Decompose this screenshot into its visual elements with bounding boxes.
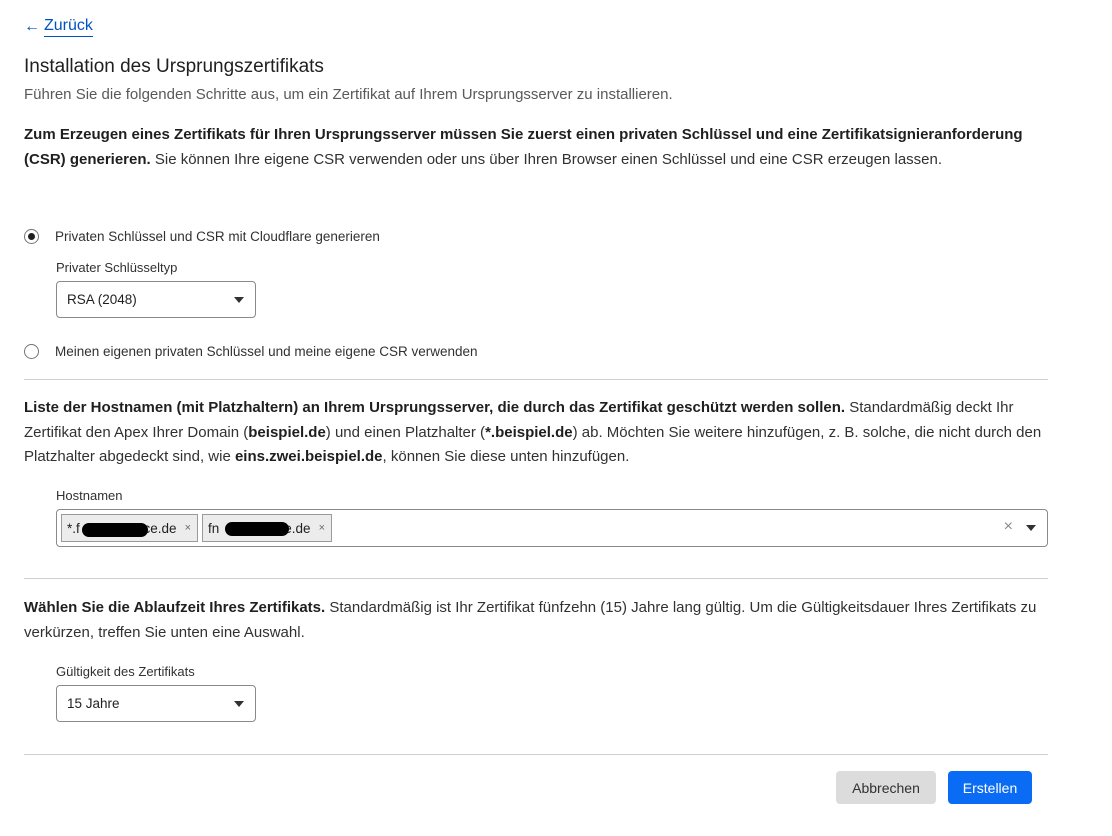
validity-select[interactable]: 15 Jahre [56,685,256,722]
radio-generate-key-label: Privaten Schlüssel und CSR mit Cloudflar… [55,229,380,244]
example-wildcard: *.beispiel.de [485,423,573,441]
hostname-chip: fn e.de × [202,514,332,542]
validity-label: Gültigkeit des Zertifikats [56,664,195,679]
caret-down-icon [234,701,244,707]
create-button[interactable]: Erstellen [948,771,1032,804]
radio-own-key[interactable]: Meinen eigenen privaten Schlüssel und me… [24,344,478,359]
hostname-chip: *.f ce.de × [61,514,198,542]
clear-icon[interactable]: × [1004,518,1013,536]
hostnames-input[interactable]: *.f ce.de × fn e.de × × [56,509,1048,547]
section-divider [24,754,1048,755]
radio-dot [28,233,35,240]
hostnames-intro-bold: Liste der Hostnamen (mit Platzhaltern) a… [24,399,846,416]
arrow-left-icon: ← [24,17,40,35]
example-subdomain: eins.zwei.beispiel.de [234,448,383,465]
radio-unchecked-icon[interactable] [24,344,39,359]
validity-value: 15 Jahre [67,696,120,711]
key-type-select[interactable]: RSA (2048) [56,281,256,318]
back-link[interactable]: ← Zurück [24,16,93,37]
page-subtitle: Führen Sie die folgenden Schritte aus, u… [24,86,673,103]
section-divider [24,578,1048,579]
cancel-button[interactable]: Abbrechen [836,771,936,804]
hostnames-section-intro: Liste der Hostnamen (mit Platzhaltern) a… [24,396,1049,470]
hostnames-intro-text: ) und einen Platzhalter ( [325,423,486,441]
section-divider [24,379,1048,380]
redaction-mark [82,523,148,537]
radio-generate-key[interactable]: Privaten Schlüssel und CSR mit Cloudflar… [24,229,380,244]
hostname-chip-prefix: *.f [67,520,80,536]
validity-intro-bold: Wählen Sie die Ablaufzeit Ihres Zertifik… [24,599,326,616]
hostname-chip-suffix: ce.de [143,520,177,536]
caret-down-icon [234,297,244,303]
hostnames-intro-text: , können Sie diese unten hinzufügen. [382,448,630,465]
key-section-intro: Zum Erzeugen eines Zertifikats für Ihren… [24,123,1049,172]
key-type-label: Privater Schlüsseltyp [56,260,178,275]
radio-checked-icon[interactable] [24,229,39,244]
validity-section-intro: Wählen Sie die Ablaufzeit Ihres Zertifik… [24,596,1049,645]
page-title: Installation des Ursprungszertifikats [24,56,324,77]
radio-own-key-label: Meinen eigenen privaten Schlüssel und me… [55,344,478,359]
key-type-value: RSA (2048) [67,292,137,307]
chip-remove-icon[interactable]: × [185,522,191,534]
hostnames-label: Hostnamen [56,488,123,503]
hostname-chip-prefix: fn [208,520,220,536]
chip-remove-icon[interactable]: × [319,522,325,534]
caret-down-icon[interactable] [1026,525,1036,531]
back-link-label: Zurück [44,16,93,37]
example-apex: beispiel.de [248,423,326,441]
redaction-mark [225,522,289,536]
key-section-intro-text: Sie können Ihre eigene CSR verwenden ode… [150,150,943,168]
